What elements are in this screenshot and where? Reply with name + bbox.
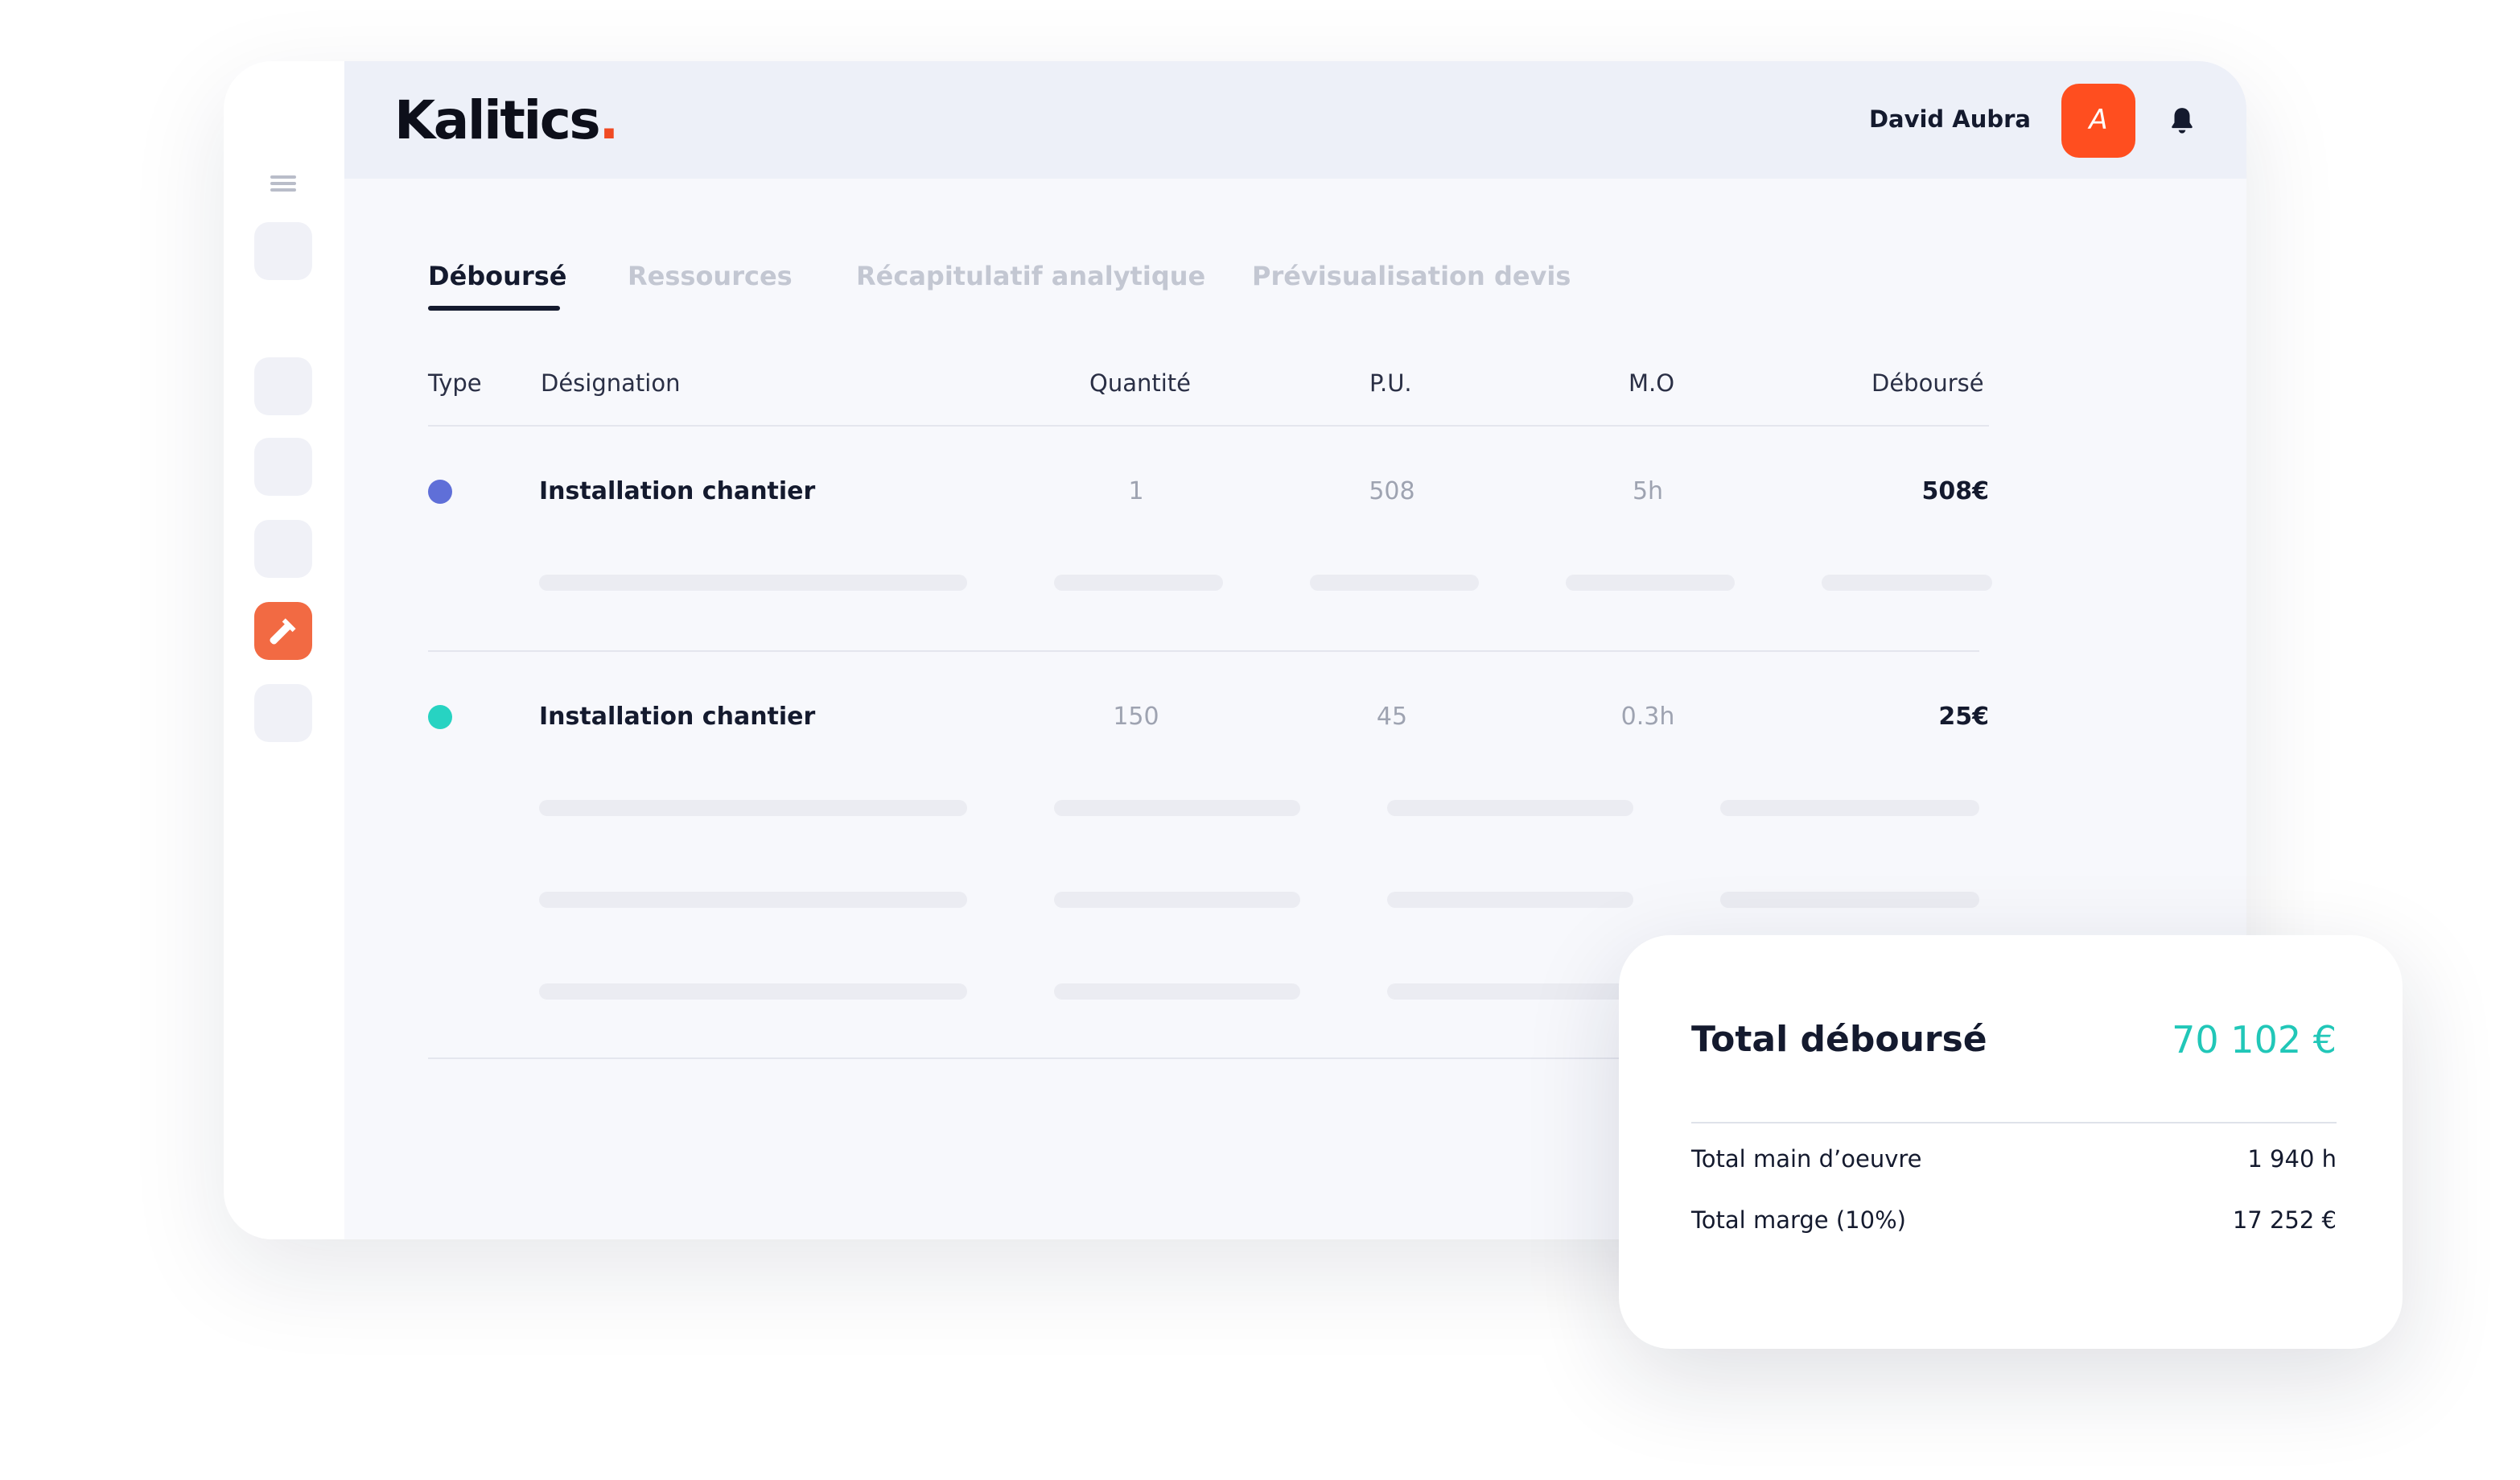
hammer-icon — [270, 618, 296, 645]
summary-total: 70 102 € — [2172, 1020, 2337, 1062]
sidebar-item-4[interactable] — [254, 520, 312, 578]
skeleton-bar — [539, 800, 967, 816]
skeleton-bar — [1720, 892, 1979, 908]
row-mo: 0.3h — [1620, 702, 1675, 731]
user-name[interactable]: David Aubra — [1869, 105, 2031, 137]
column-header-pu: P.U. — [1369, 372, 1412, 398]
skeleton-bar — [1822, 575, 1992, 591]
summary-row-label: Total main d’oeuvre — [1691, 1148, 1922, 1173]
summary-title: Total déboursé — [1691, 1020, 1987, 1061]
stage: Kalitics. David Aubra A Déboursé Ressour… — [0, 0, 2520, 1480]
skeleton-bar — [1387, 892, 1633, 908]
tab-previsualisation-devis[interactable]: Prévisualisation devis — [1252, 259, 1571, 295]
sidebar — [224, 61, 344, 1239]
sidebar-item-3[interactable] — [254, 438, 312, 496]
column-header-quantite: Quantité — [1089, 372, 1191, 398]
kalitics-logo[interactable]: Kalitics. — [394, 89, 619, 153]
row-pu: 45 — [1376, 702, 1408, 731]
bell-icon[interactable] — [2166, 103, 2198, 138]
skeleton-bar — [1566, 575, 1735, 591]
sidebar-item-chantier[interactable] — [254, 602, 312, 660]
skeleton-bar — [1054, 800, 1300, 816]
menu-icon[interactable] — [270, 175, 296, 192]
skeleton-bar — [539, 983, 967, 1000]
top-header: Kalitics. David Aubra A — [344, 61, 2246, 179]
skeleton-bar — [1054, 575, 1223, 591]
row-quantite: 1 — [1128, 476, 1144, 505]
skeleton-bar — [1054, 892, 1300, 908]
table-header-divider — [428, 425, 1989, 427]
row-designation[interactable]: Installation chantier — [539, 475, 815, 507]
summary-row-value: 1 940 h — [2247, 1148, 2337, 1173]
row-debourse: 508€ — [1921, 476, 1990, 505]
column-header-type: Type — [428, 372, 482, 398]
skeleton-bar — [1310, 575, 1479, 591]
type-dot — [428, 480, 452, 504]
summary-row-label: Total marge (10%) — [1691, 1209, 1906, 1235]
skeleton-bar — [539, 575, 967, 591]
column-header-mo: M.O — [1629, 372, 1675, 398]
summary-card: Total déboursé 70 102 € Total main d’oeu… — [1619, 935, 2403, 1349]
row-mo: 5h — [1632, 476, 1664, 505]
skeleton-bar — [539, 892, 967, 908]
skeleton-bar — [1054, 983, 1300, 1000]
row-designation[interactable]: Installation chantier — [539, 700, 815, 732]
sidebar-item-2[interactable] — [254, 357, 312, 415]
summary-divider — [1691, 1122, 2337, 1123]
row-debourse: 25€ — [1938, 702, 1989, 731]
skeleton-bar — [1387, 983, 1633, 1000]
column-header-designation: Désignation — [541, 372, 681, 398]
skeleton-bar — [1720, 800, 1979, 816]
tab-ressources[interactable]: Ressources — [628, 259, 793, 295]
row-pu: 508 — [1369, 476, 1415, 505]
column-header-debourse: Déboursé — [1871, 372, 1984, 398]
sidebar-item-5[interactable] — [254, 684, 312, 742]
tab-recapitulatif-analytique[interactable]: Récapitulatif analytique — [856, 259, 1205, 295]
tab-debourse[interactable]: Déboursé — [428, 259, 566, 295]
row-divider — [428, 650, 1979, 652]
row-quantite: 150 — [1113, 702, 1159, 731]
type-dot — [428, 705, 452, 729]
sidebar-item-1[interactable] — [254, 222, 312, 280]
summary-row-value: 17 252 € — [2232, 1209, 2337, 1235]
avatar[interactable]: A — [2061, 84, 2135, 158]
skeleton-bar — [1387, 800, 1633, 816]
active-tab-indicator — [428, 306, 560, 311]
